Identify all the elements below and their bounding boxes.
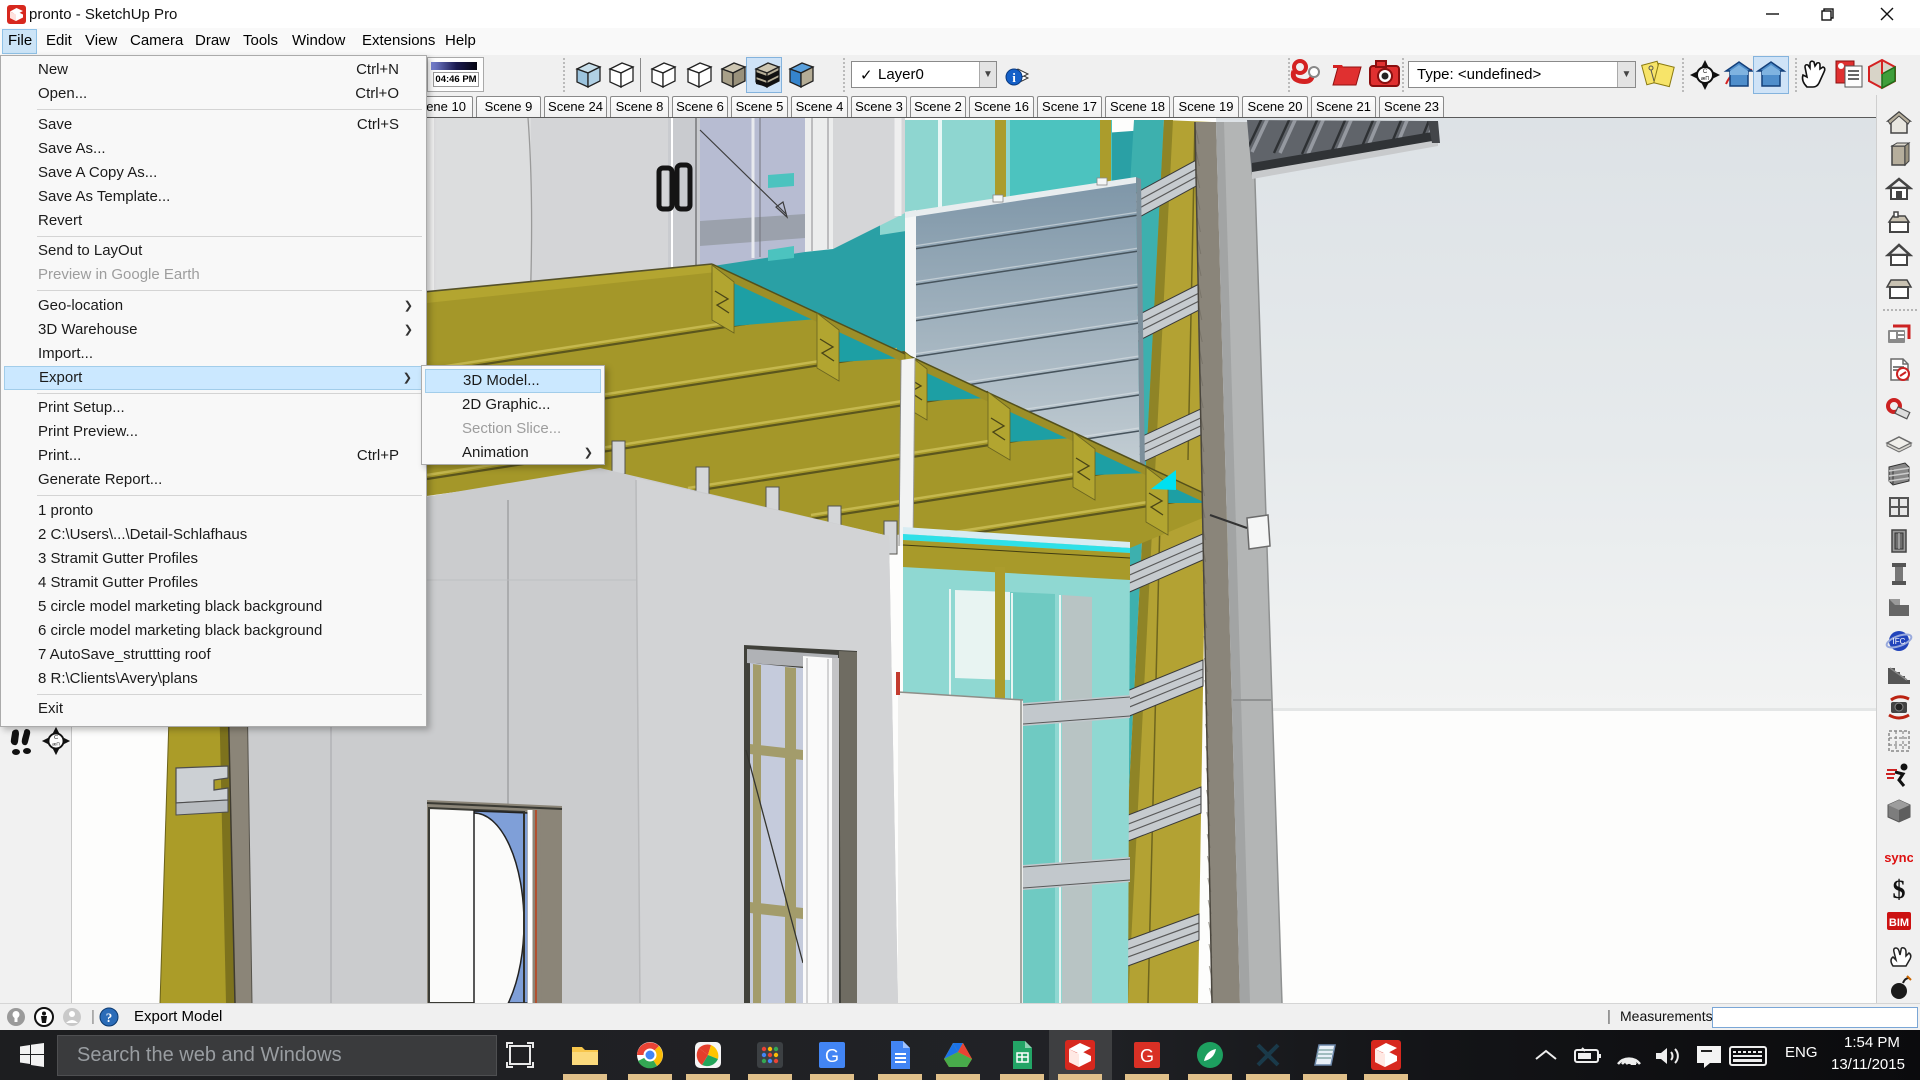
- svg-text:i: i: [1012, 70, 1016, 85]
- svg-text:æΠ: æΠ: [1701, 76, 1709, 82]
- svg-text:IFC: IFC: [1893, 637, 1906, 646]
- svg-text:?: ?: [106, 1010, 113, 1025]
- svg-text:G: G: [825, 1046, 839, 1066]
- svg-text:$: $: [1893, 875, 1906, 902]
- svg-text:sync: sync: [1885, 850, 1913, 865]
- svg-text:C: C: [54, 735, 58, 741]
- svg-text:C: C: [1703, 69, 1708, 75]
- svg-text:æΠ: æΠ: [52, 742, 60, 747]
- svg-text:G: G: [1140, 1046, 1154, 1066]
- svg-text:BIM: BIM: [1889, 917, 1909, 929]
